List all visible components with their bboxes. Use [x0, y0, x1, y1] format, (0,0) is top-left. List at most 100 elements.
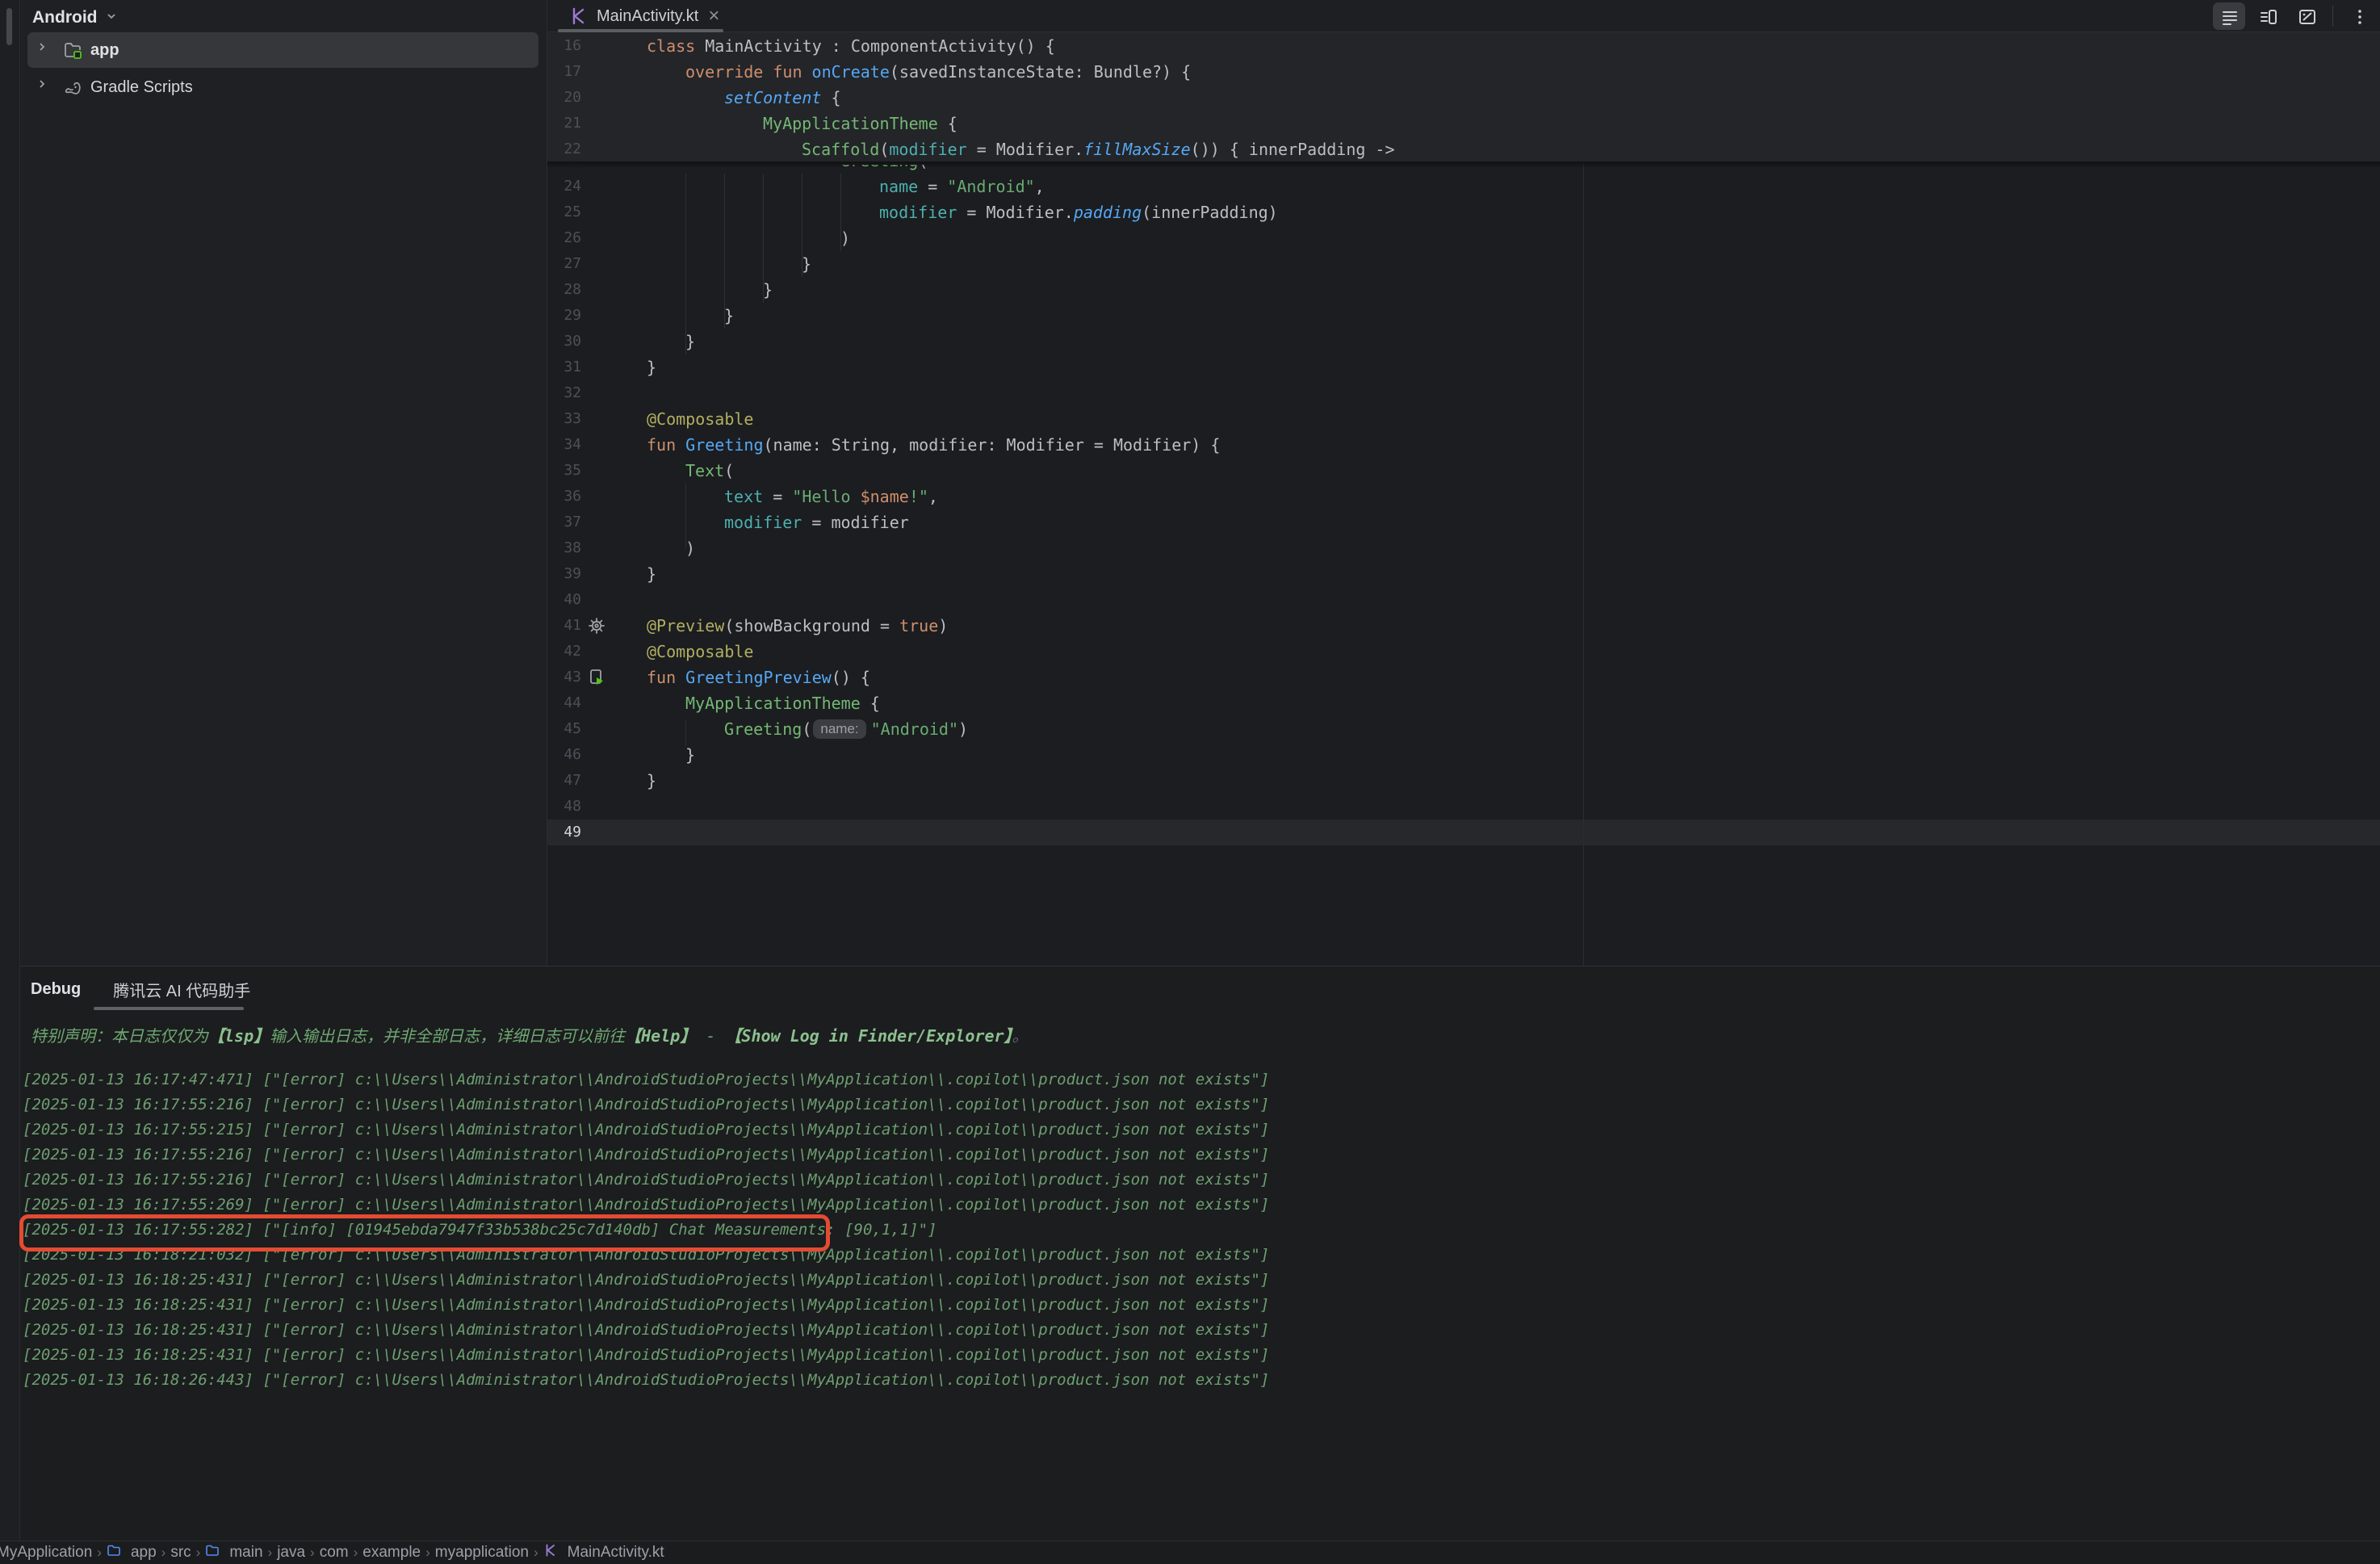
breadcrumb-src[interactable]: src: [170, 1544, 191, 1562]
code-line-26[interactable]: 26): [547, 225, 2380, 251]
code-token: }: [763, 280, 773, 300]
editor-area[interactable]: MainActivity.kt × 16class MainActivity :…: [547, 0, 2380, 966]
code-token: padding: [1074, 203, 1142, 222]
split-editor-button[interactable]: [2252, 2, 2284, 30]
structure-list-button[interactable]: [2213, 2, 2245, 30]
code-line-30[interactable]: 30}: [547, 329, 2380, 354]
code-token: GreetingPreview: [676, 668, 832, 687]
line-number: 16: [547, 33, 581, 59]
structure-list-icon: [2219, 6, 2239, 26]
line-number: 26: [547, 225, 581, 251]
code-line-41[interactable]: 41@Preview(showBackground = true): [547, 613, 2380, 639]
code-token: MainActivity : ComponentActivity() {: [695, 36, 1055, 56]
code-token: (: [879, 140, 889, 159]
line-number: 25: [547, 199, 581, 225]
tree-item-app[interactable]: app: [27, 32, 538, 68]
code-line-29[interactable]: 29}: [547, 303, 2380, 329]
breadcrumb-separator: ›: [196, 1545, 201, 1561]
breadcrumb-java[interactable]: java: [277, 1544, 305, 1562]
line-number: 28: [547, 277, 581, 303]
code-token: ): [685, 539, 695, 558]
breadcrumb-example[interactable]: example: [362, 1544, 421, 1562]
tab-mainactivity[interactable]: MainActivity.kt ×: [558, 0, 732, 32]
line-number: 27: [547, 251, 581, 277]
tab-debug[interactable]: Debug: [31, 980, 81, 999]
code-text: }: [647, 329, 695, 354]
code-line-40[interactable]: 40: [547, 587, 2380, 613]
code-token: ,: [928, 487, 938, 506]
code-line-33[interactable]: 33@Composable: [547, 406, 2380, 432]
breadcrumb-separator: ›: [268, 1545, 273, 1561]
more-kebab-button[interactable]: [2343, 2, 2375, 30]
code-token: text: [724, 487, 763, 506]
code-line-22[interactable]: 22Scaffold(modifier = Modifier.fillMaxSi…: [547, 136, 2380, 162]
code-text: @Composable: [647, 639, 753, 665]
breadcrumb-mainactivity-kt[interactable]: MainActivity.kt: [543, 1543, 664, 1562]
code-line-43[interactable]: 43fun GreetingPreview() {: [547, 665, 2380, 690]
code-line-37[interactable]: 37modifier = modifier: [547, 509, 2380, 535]
code-token: Text: [685, 461, 724, 480]
code-token: fun: [647, 668, 676, 687]
code-text: @Preview(showBackground = true): [647, 613, 948, 639]
code-line-32[interactable]: 32: [547, 380, 2380, 406]
code-line-31[interactable]: 31}: [547, 354, 2380, 380]
code-line-34[interactable]: 34fun Greeting(name: String, modifier: M…: [547, 432, 2380, 458]
code-line-28[interactable]: 28}: [547, 277, 2380, 303]
log-line: [2025-01-13 16:18:25:431] ["[error] c:\\…: [23, 1318, 1269, 1343]
code-line-20[interactable]: 20setContent {: [547, 85, 2380, 111]
line-number: 46: [547, 742, 581, 768]
code-line-48[interactable]: 48: [547, 794, 2380, 820]
right-margin-guide: [1583, 32, 1584, 966]
breadcrumb-com[interactable]: com: [320, 1544, 349, 1562]
tree-item-gradle-scripts[interactable]: Gradle Scripts: [27, 69, 538, 105]
code-scroll-area[interactable]: 23Greeting(24name = "Android",25modifier…: [547, 165, 2380, 966]
debug-tool-window[interactable]: Debug 腾讯云 AI 代码助手 特别声明：本日志仅仅为【lsp】输入输出日志…: [0, 966, 2380, 1541]
breadcrumb-label: java: [277, 1544, 305, 1562]
log-line: [2025-01-13 16:18:21:032] ["[error] c:\\…: [23, 1243, 1269, 1268]
breadcrumb-myapplication[interactable]: myapplication: [435, 1544, 529, 1562]
code-line-27[interactable]: 27}: [547, 251, 2380, 277]
indent-guide: [840, 174, 841, 251]
code-line-24[interactable]: 24name = "Android",: [547, 174, 2380, 199]
breadcrumb-myapplication[interactable]: MyApplication: [0, 1544, 92, 1562]
code-token: !": [909, 487, 928, 506]
project-panel: Android appGradle Scripts: [21, 0, 547, 966]
project-view-selector[interactable]: Android: [21, 0, 547, 31]
code-line-36[interactable]: 36text = "Hello $name!",: [547, 484, 2380, 509]
line-number: 45: [547, 716, 581, 742]
run-preview-icon[interactable]: [586, 667, 609, 688]
code-token: MyApplicationTheme: [685, 694, 861, 713]
code-line-21[interactable]: 21 MyApplicationTheme {: [547, 111, 2380, 136]
code-text: MyApplicationTheme {: [647, 111, 957, 136]
code-line-39[interactable]: 39}: [547, 561, 2380, 587]
image-preview-button[interactable]: [2290, 2, 2323, 30]
code-line-17[interactable]: 17override fun onCreate(savedInstanceSta…: [547, 59, 2380, 85]
gradle-icon: [63, 78, 82, 97]
code-line-47[interactable]: 47}: [547, 768, 2380, 794]
code-line-38[interactable]: 38): [547, 535, 2380, 561]
code-line-16[interactable]: 16class MainActivity : ComponentActivity…: [547, 33, 2380, 59]
code-token: =: [763, 487, 792, 506]
code-token: }: [647, 358, 656, 377]
line-number: 22: [547, 136, 581, 162]
log-line: [2025-01-13 16:17:55:216] ["[error] c:\\…: [23, 1143, 1269, 1168]
code-line-45[interactable]: 45Greeting(name:"Android"): [547, 716, 2380, 742]
code-text: @Composable: [647, 406, 753, 432]
notice-text: 输入输出日志，并非全部日志，详细日志可以前往: [270, 1026, 625, 1046]
breadcrumb-main[interactable]: main: [205, 1543, 262, 1562]
close-icon[interactable]: ×: [706, 6, 721, 26]
code-line-42[interactable]: 42@Composable: [547, 639, 2380, 665]
breadcrumb-app[interactable]: app: [107, 1543, 157, 1562]
code-line-49[interactable]: 49: [547, 820, 2380, 845]
line-number: 21: [547, 111, 581, 136]
breadcrumb-separator: ›: [310, 1545, 315, 1561]
preview-settings-gear-icon[interactable]: [586, 615, 609, 636]
tab-ai-assistant[interactable]: 腾讯云 AI 代码助手: [113, 978, 250, 1001]
code-line-46[interactable]: 46}: [547, 742, 2380, 768]
code-line-35[interactable]: 35Text(: [547, 458, 2380, 484]
line-number: 49: [547, 820, 581, 845]
tool-window-stripe[interactable]: [0, 0, 20, 1541]
code-line-44[interactable]: 44MyApplicationTheme {: [547, 690, 2380, 716]
code-line-25[interactable]: 25modifier = Modifier.padding(innerPaddi…: [547, 199, 2380, 225]
line-number: 47: [547, 768, 581, 794]
